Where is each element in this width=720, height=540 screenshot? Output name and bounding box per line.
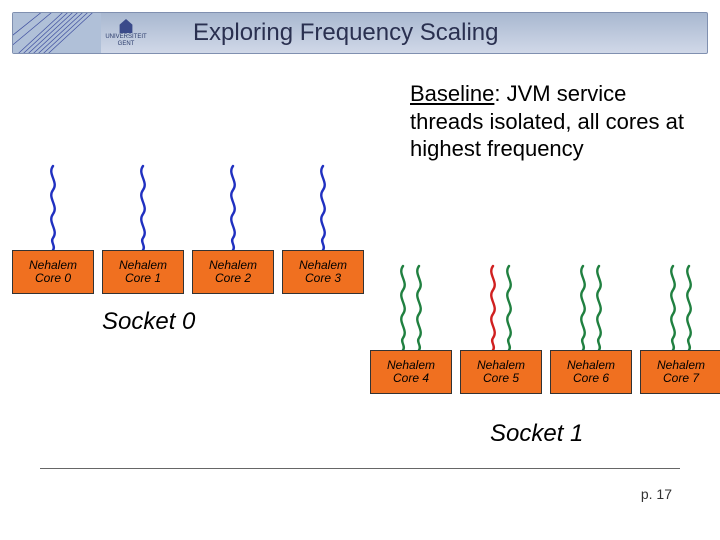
core-column: NehalemCore 6 <box>550 260 632 394</box>
page-number: p. 17 <box>641 486 672 502</box>
core-line2: Core 0 <box>35 272 71 285</box>
core-column: NehalemCore 5 <box>460 260 542 394</box>
thread-group <box>575 260 607 350</box>
university-logo: UNIVERSITEIT GENT <box>101 13 151 53</box>
core-box: NehalemCore 5 <box>460 350 542 394</box>
core-line2: Core 6 <box>573 372 609 385</box>
core-box: NehalemCore 0 <box>12 250 94 294</box>
core-box: NehalemCore 1 <box>102 250 184 294</box>
logo-building-icon <box>118 19 134 33</box>
thread-group <box>45 160 61 250</box>
thread-squiggle-icon <box>485 264 501 350</box>
core-column: NehalemCore 4 <box>370 260 452 394</box>
thread-squiggle-icon <box>395 264 411 350</box>
baseline-text: Baseline: JVM service threads isolated, … <box>410 80 690 163</box>
thread-group <box>395 260 427 350</box>
thread-group <box>225 160 241 250</box>
header-decoration <box>13 13 101 53</box>
logo-text-2: GENT <box>118 41 135 47</box>
core-box: NehalemCore 7 <box>640 350 720 394</box>
thread-squiggle-icon <box>135 164 151 250</box>
thread-group <box>665 260 697 350</box>
core-line2: Core 3 <box>305 272 341 285</box>
thread-squiggle-icon <box>681 264 697 350</box>
baseline-label: Baseline <box>410 81 494 106</box>
core-box: NehalemCore 2 <box>192 250 274 294</box>
logo-text-1: UNIVERSITEIT <box>105 34 146 40</box>
core-line2: Core 2 <box>215 272 251 285</box>
thread-squiggle-icon <box>411 264 427 350</box>
core-line2: Core 5 <box>483 372 519 385</box>
core-line2: Core 1 <box>125 272 161 285</box>
socket1-label: Socket 1 <box>490 420 583 448</box>
core-line2: Core 4 <box>393 372 429 385</box>
core-line2: Core 7 <box>663 372 699 385</box>
thread-squiggle-icon <box>225 164 241 250</box>
thread-squiggle-icon <box>591 264 607 350</box>
slide-header: UNIVERSITEIT GENT Exploring Frequency Sc… <box>12 12 708 54</box>
slide-title: Exploring Frequency Scaling <box>151 19 707 47</box>
core-box: NehalemCore 6 <box>550 350 632 394</box>
thread-squiggle-icon <box>501 264 517 350</box>
core-column: NehalemCore 3 <box>282 160 364 294</box>
thread-squiggle-icon <box>575 264 591 350</box>
thread-group <box>315 160 331 250</box>
core-column: NehalemCore 1 <box>102 160 184 294</box>
socket0-label: Socket 0 <box>102 308 195 336</box>
socket1-cores: NehalemCore 4NehalemCore 5NehalemCore 6N… <box>370 260 720 394</box>
core-column: NehalemCore 7 <box>640 260 720 394</box>
thread-squiggle-icon <box>45 164 61 250</box>
thread-group <box>135 160 151 250</box>
thread-squiggle-icon <box>665 264 681 350</box>
thread-group <box>485 260 517 350</box>
core-column: NehalemCore 0 <box>12 160 94 294</box>
footer-divider <box>40 468 680 469</box>
core-box: NehalemCore 4 <box>370 350 452 394</box>
socket0-cores: NehalemCore 0NehalemCore 1NehalemCore 2N… <box>12 160 364 294</box>
thread-squiggle-icon <box>315 164 331 250</box>
core-box: NehalemCore 3 <box>282 250 364 294</box>
core-column: NehalemCore 2 <box>192 160 274 294</box>
